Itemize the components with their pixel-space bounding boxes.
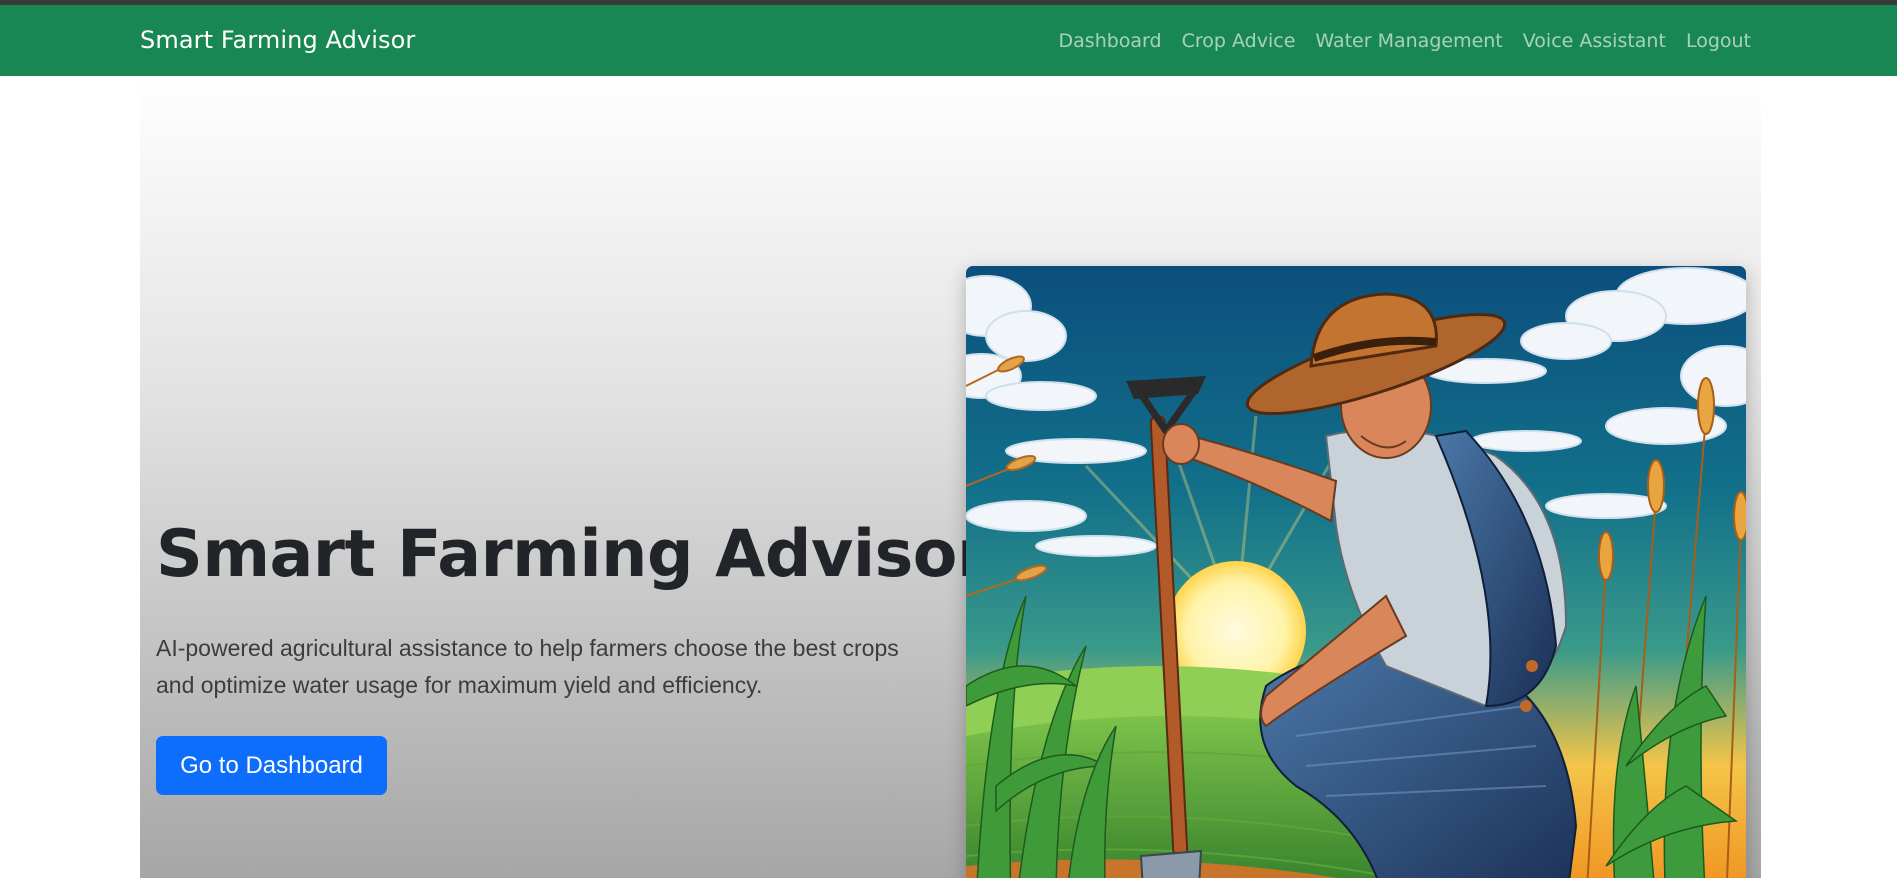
hero-lead-text: AI-powered agricultural assistance to he… [156,635,899,698]
hero-section: Smart Farming Advisor AI-powered agricul… [140,76,1761,878]
nav-link-water-management[interactable]: Water Management [1315,29,1502,53]
navbar-brand[interactable]: Smart Farming Advisor [140,25,415,55]
nav-link-dashboard[interactable]: Dashboard [1059,29,1162,53]
nav-links: Dashboard Crop Advice Water Management V… [1059,29,1751,53]
farmer-illustration [966,266,1746,878]
go-to-dashboard-button[interactable]: Go to Dashboard [156,736,387,795]
nav-link-voice-assistant[interactable]: Voice Assistant [1523,29,1666,53]
nav-link-crop-advice[interactable]: Crop Advice [1182,29,1296,53]
navbar: Smart Farming Advisor Dashboard Crop Adv… [0,5,1897,76]
farmer-illustration-image [966,266,1746,878]
nav-link-logout[interactable]: Logout [1686,29,1751,53]
hero-title: Smart Farming Advisor [156,517,989,592]
